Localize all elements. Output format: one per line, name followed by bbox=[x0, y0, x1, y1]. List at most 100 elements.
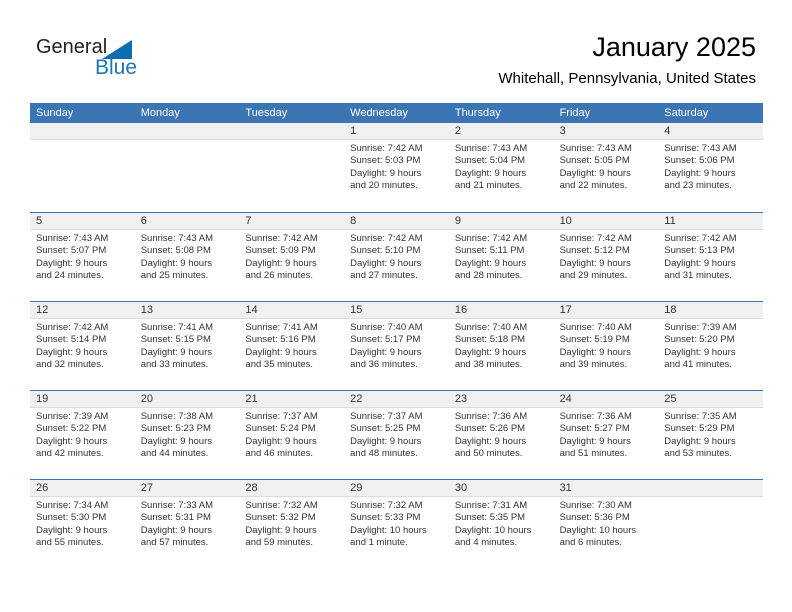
daylight-text-line2: and 42 minutes. bbox=[36, 448, 104, 460]
sunset-text: Sunset: 5:15 PM bbox=[140, 334, 211, 346]
calendar-day-cell[interactable]: 6 Sunrise: 7:43 AM Sunset: 5:08 PM Daylight… bbox=[134, 213, 240, 301]
day-details: Sunrise: 7:42 AM Sunset: 5:14 PM Daylight:… bbox=[30, 319, 135, 372]
calendar-day-cell[interactable]: 18 Sunrise: 7:39 AM Sunset: 5:20 PM Dayligh… bbox=[658, 302, 763, 390]
calendar-day-cell[interactable]: 30 Sunrise: 7:31 AM Sunset: 5:35 PM Dayligh… bbox=[448, 480, 554, 568]
calendar-day-cell[interactable]: 21 Sunrise: 7:37 AM Sunset: 5:24 PM Dayligh… bbox=[239, 391, 345, 479]
daylight-text-line1: Daylight: 9 hours bbox=[350, 167, 422, 179]
day-number-band: 31 bbox=[553, 480, 659, 497]
calendar-day-cell[interactable]: 9 Sunrise: 7:42 AM Sunset: 5:11 PM Daylight… bbox=[448, 213, 554, 301]
day-number-band: 27 bbox=[134, 480, 240, 497]
sunrise-text: Sunrise: 7:38 AM bbox=[140, 411, 214, 422]
weekday-header-sunday: Sunday bbox=[36, 107, 74, 119]
day-number-band: 25 bbox=[658, 391, 763, 408]
calendar-day-cell[interactable]: 5 Sunrise: 7:43 AM Sunset: 5:07 PM Daylight… bbox=[30, 213, 135, 301]
daylight-text-line1: Daylight: 9 hours bbox=[140, 257, 212, 269]
sunrise-text: Sunrise: 7:39 AM bbox=[664, 322, 737, 333]
general-blue-logo[interactable]: General Blue bbox=[36, 36, 166, 82]
calendar-day-cell[interactable]: 23 Sunrise: 7:36 AM Sunset: 5:26 PM Dayligh… bbox=[448, 391, 554, 479]
calendar-day-cell[interactable]: 28 Sunrise: 7:32 AM Sunset: 5:32 PM Dayligh… bbox=[239, 480, 345, 568]
sunrise-text: Sunrise: 7:32 AM bbox=[350, 500, 423, 511]
day-number-band: 7 bbox=[239, 213, 345, 230]
daylight-text-line2: and 1 minute. bbox=[350, 537, 408, 549]
day-details: Sunrise: 7:42 AM Sunset: 5:12 PM Daylight:… bbox=[554, 230, 659, 283]
daylight-text-line1: Daylight: 9 hours bbox=[245, 435, 317, 447]
day-number: 22 bbox=[350, 393, 363, 405]
sunset-text: Sunset: 5:25 PM bbox=[350, 423, 421, 435]
sunrise-text: Sunrise: 7:43 AM bbox=[559, 143, 632, 154]
day-details: Sunrise: 7:37 AM Sunset: 5:25 PM Daylight:… bbox=[344, 408, 449, 461]
sunset-text: Sunset: 5:26 PM bbox=[454, 423, 526, 435]
sunset-text: Sunset: 5:14 PM bbox=[36, 334, 107, 346]
daylight-text-line2: and 29 minutes. bbox=[559, 270, 628, 282]
calendar-day-cell[interactable]: 20 Sunrise: 7:38 AM Sunset: 5:23 PM Dayligh… bbox=[134, 391, 240, 479]
daylight-text-line1: Daylight: 9 hours bbox=[245, 346, 317, 358]
sunset-text: Sunset: 5:13 PM bbox=[664, 245, 735, 257]
calendar-day-cell[interactable]: 29 Sunrise: 7:32 AM Sunset: 5:33 PM Dayligh… bbox=[344, 480, 449, 568]
calendar-day-cell[interactable]: 22 Sunrise: 7:37 AM Sunset: 5:25 PM Dayligh… bbox=[344, 391, 449, 479]
daylight-text-line1: Daylight: 9 hours bbox=[140, 346, 212, 358]
logo-text-general: General bbox=[36, 36, 108, 58]
day-number: 28 bbox=[245, 482, 258, 494]
calendar-day-cell[interactable]: 4 Sunrise: 7:43 AM Sunset: 5:06 PM Daylight… bbox=[658, 123, 763, 212]
daylight-text-line2: and 28 minutes. bbox=[454, 270, 523, 282]
calendar-day-cell[interactable]: 16 Sunrise: 7:40 AM Sunset: 5:18 PM Dayligh… bbox=[448, 302, 554, 390]
calendar-day-cell[interactable]: 13 Sunrise: 7:41 AM Sunset: 5:15 PM Dayligh… bbox=[134, 302, 240, 390]
day-number-band: 6 bbox=[134, 213, 240, 230]
daylight-text-line1: Daylight: 9 hours bbox=[350, 346, 422, 358]
calendar-day-cell[interactable]: 1 Sunrise: 7:42 AM Sunset: 5:03 PM Daylight… bbox=[344, 123, 449, 212]
daylight-text-line1: Daylight: 10 hours bbox=[350, 524, 427, 536]
daylight-text-line2: and 33 minutes. bbox=[140, 359, 209, 371]
calendar-day-cell[interactable]: 3 Sunrise: 7:43 AM Sunset: 5:05 PM Daylight… bbox=[553, 123, 659, 212]
daylight-text-line2: and 57 minutes. bbox=[140, 537, 209, 549]
day-number: 6 bbox=[140, 215, 147, 227]
daylight-text-line2: and 55 minutes. bbox=[36, 537, 104, 549]
calendar-day-cell[interactable]: 24 Sunrise: 7:36 AM Sunset: 5:27 PM Dayligh… bbox=[553, 391, 659, 479]
sunset-text: Sunset: 5:10 PM bbox=[350, 245, 421, 257]
day-number-band: 10 bbox=[553, 213, 659, 230]
calendar-day-cell[interactable]: 25 Sunrise: 7:35 AM Sunset: 5:29 PM Dayligh… bbox=[658, 391, 763, 479]
calendar-day-cell[interactable]: 10 Sunrise: 7:42 AM Sunset: 5:12 PM Dayligh… bbox=[553, 213, 659, 301]
calendar-day-cell[interactable]: 7 Sunrise: 7:42 AM Sunset: 5:09 PM Daylight… bbox=[239, 213, 345, 301]
day-number-band bbox=[239, 123, 345, 140]
sunset-text: Sunset: 5:18 PM bbox=[454, 334, 526, 346]
day-details: Sunrise: 7:34 AM Sunset: 5:30 PM Daylight:… bbox=[30, 497, 135, 550]
day-details: Sunrise: 7:42 AM Sunset: 5:03 PM Daylight:… bbox=[344, 140, 449, 193]
daylight-text-line2: and 31 minutes. bbox=[664, 270, 732, 282]
sunrise-text: Sunrise: 7:41 AM bbox=[140, 322, 214, 333]
weekday-header-monday: Monday bbox=[140, 107, 180, 119]
day-number-band: 14 bbox=[239, 302, 345, 319]
sunrise-text: Sunrise: 7:37 AM bbox=[350, 411, 423, 422]
logo-text-blue: Blue bbox=[95, 56, 138, 79]
day-number-band: 13 bbox=[134, 302, 240, 319]
day-number: 24 bbox=[559, 393, 572, 405]
sunrise-text: Sunrise: 7:40 AM bbox=[454, 322, 528, 333]
calendar-day-cell[interactable]: 27 Sunrise: 7:33 AM Sunset: 5:31 PM Dayligh… bbox=[134, 480, 240, 568]
sunset-text: Sunset: 5:32 PM bbox=[245, 512, 316, 524]
calendar-day-cell[interactable]: 15 Sunrise: 7:40 AM Sunset: 5:17 PM Dayligh… bbox=[344, 302, 449, 390]
day-number-band: 3 bbox=[553, 123, 659, 140]
calendar-day-cell[interactable]: 31 Sunrise: 7:30 AM Sunset: 5:36 PM Dayligh… bbox=[553, 480, 659, 568]
day-number: 17 bbox=[559, 304, 572, 316]
sunset-text: Sunset: 5:19 PM bbox=[559, 334, 630, 346]
sunrise-text: Sunrise: 7:32 AM bbox=[245, 500, 318, 511]
calendar-day-cell[interactable]: 17 Sunrise: 7:40 AM Sunset: 5:19 PM Dayligh… bbox=[553, 302, 659, 390]
calendar-day-cell[interactable]: 14 Sunrise: 7:41 AM Sunset: 5:16 PM Dayligh… bbox=[239, 302, 345, 390]
calendar-day-cell[interactable]: 8 Sunrise: 7:42 AM Sunset: 5:10 PM Daylight… bbox=[344, 213, 449, 301]
calendar-day-cell[interactable]: 26 Sunrise: 7:34 AM Sunset: 5:30 PM Dayligh… bbox=[30, 480, 135, 568]
daylight-text-line1: Daylight: 9 hours bbox=[36, 435, 108, 447]
sunrise-text: Sunrise: 7:43 AM bbox=[36, 233, 109, 244]
calendar-day-cell[interactable]: 11 Sunrise: 7:42 AM Sunset: 5:13 PM Dayligh… bbox=[658, 213, 763, 301]
weekday-header-friday: Friday bbox=[559, 107, 591, 119]
calendar-page: General Blue January 2025 Whitehall, Pen… bbox=[0, 0, 792, 612]
sunrise-text: Sunrise: 7:37 AM bbox=[245, 411, 318, 422]
day-details: Sunrise: 7:36 AM Sunset: 5:27 PM Daylight:… bbox=[554, 408, 659, 461]
daylight-text-line1: Daylight: 9 hours bbox=[245, 257, 317, 269]
day-number: 4 bbox=[664, 125, 671, 137]
sunrise-text: Sunrise: 7:39 AM bbox=[36, 411, 109, 422]
calendar-day-cell[interactable]: 19 Sunrise: 7:39 AM Sunset: 5:22 PM Dayligh… bbox=[30, 391, 135, 479]
day-details: Sunrise: 7:32 AM Sunset: 5:32 PM Daylight:… bbox=[239, 497, 344, 550]
calendar-day-cell[interactable]: 12 Sunrise: 7:42 AM Sunset: 5:14 PM Dayligh… bbox=[30, 302, 135, 390]
day-details: Sunrise: 7:42 AM Sunset: 5:09 PM Daylight:… bbox=[239, 230, 344, 283]
calendar-day-cell[interactable]: 2 Sunrise: 7:43 AM Sunset: 5:04 PM Daylight… bbox=[448, 123, 554, 212]
day-details: Sunrise: 7:40 AM Sunset: 5:18 PM Daylight:… bbox=[449, 319, 554, 372]
